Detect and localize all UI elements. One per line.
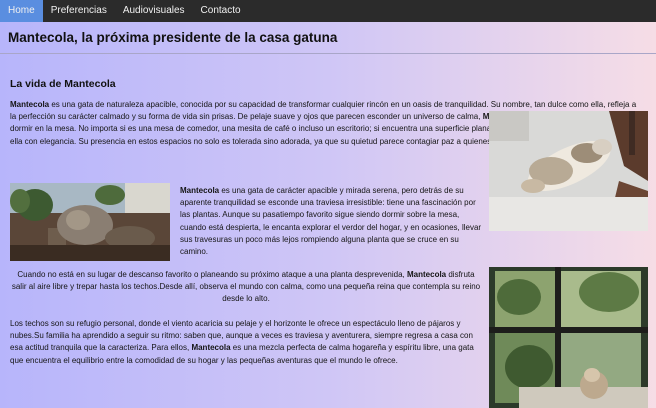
cat-by-window-photo	[489, 267, 648, 408]
top-nav: Home Preferencias Audiovisuales Contacto	[0, 0, 656, 22]
cat-name: Mantecola	[10, 100, 50, 109]
nav-item-preferencias[interactable]: Preferencias	[43, 0, 115, 22]
nav-item-home[interactable]: Home	[0, 0, 43, 22]
cat-sleeping-photo	[489, 111, 648, 231]
cat-with-plants-photo	[10, 183, 170, 261]
cat-name: Mantecola	[191, 343, 231, 353]
page-title: Mantecola, la próxima presidente de la c…	[8, 30, 338, 45]
paragraph-2: Mantecola es una gata de carácter apacib…	[180, 185, 482, 258]
cat-name: Mantecola	[407, 270, 447, 279]
nav-item-contacto[interactable]: Contacto	[193, 0, 249, 22]
nav-item-audiovisuales[interactable]: Audiovisuales	[115, 0, 193, 22]
cat-name: Mantecola	[180, 186, 220, 195]
paragraph-4: Los techos son su refugio personal, dond…	[10, 318, 482, 367]
section-heading: La vida de Mantecola	[10, 78, 116, 90]
paragraph-3: Cuando no está en su lugar de descanso f…	[10, 269, 482, 306]
page-header: Mantecola, la próxima presidente de la c…	[0, 22, 656, 54]
paragraph-text: es una gata de carácter apacible y mirad…	[180, 186, 482, 257]
paragraph-text: Cuando no está en su lugar de descanso f…	[17, 270, 407, 279]
